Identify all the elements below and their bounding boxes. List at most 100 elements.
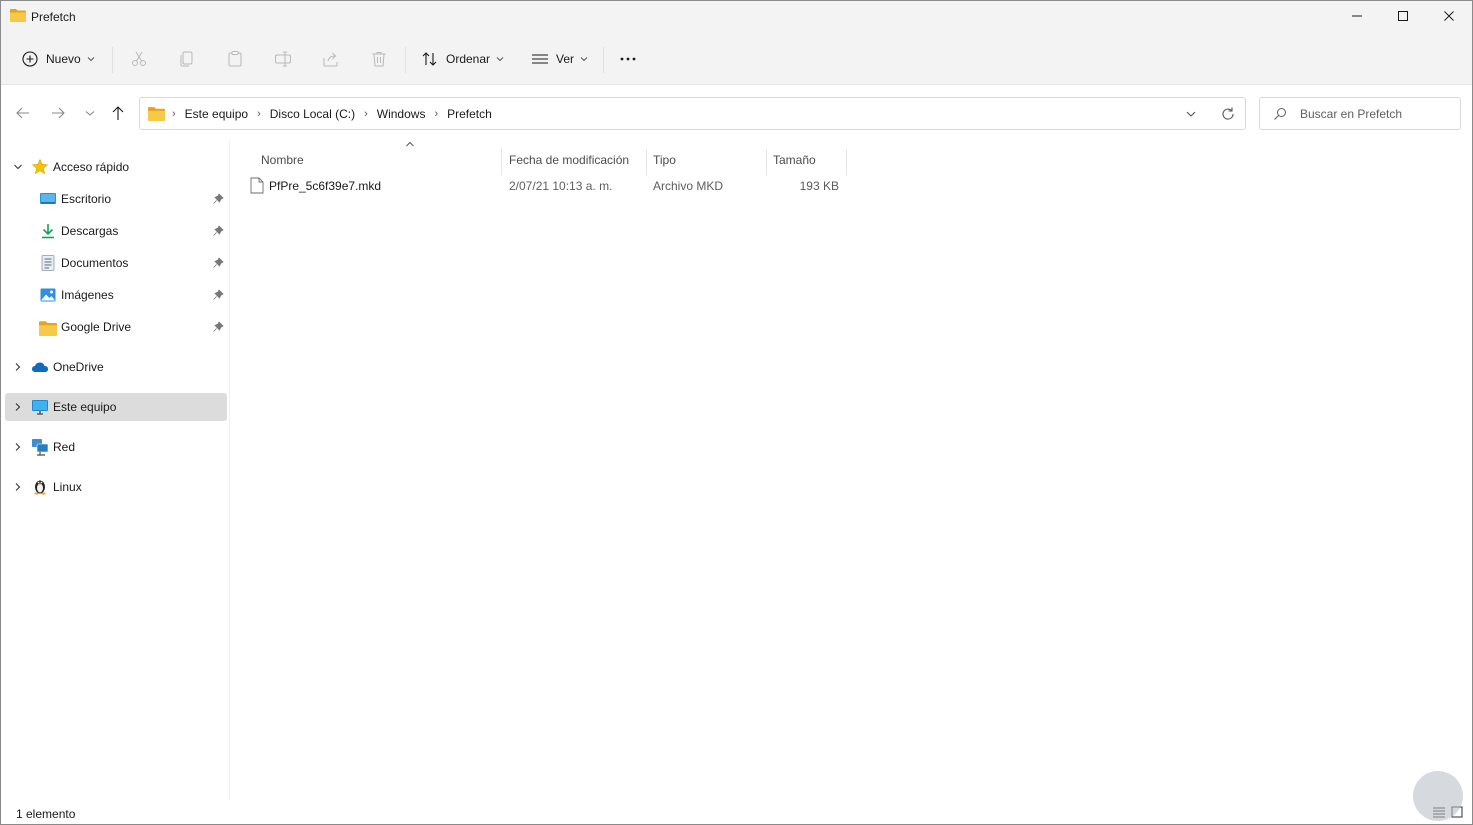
new-button[interactable]: Nuevo [21,45,95,73]
sidebar-item-documents[interactable]: Documentos [5,249,227,277]
sidebar-item-pictures[interactable]: Imágenes [5,281,227,309]
column-divider[interactable] [501,149,502,175]
chevron-down-icon [87,57,95,62]
folder-icon [10,9,26,22]
window-controls [1334,1,1472,33]
search-placeholder: Buscar en Prefetch [1300,107,1403,121]
sidebar-label: Documentos [61,256,129,270]
up-icon[interactable] [109,104,127,122]
file-size: 193 KB [799,179,839,193]
chevron-down-icon[interactable] [13,162,23,172]
column-size-label: Tamaño [773,153,816,167]
sidebar-item-linux[interactable]: Linux [5,473,227,501]
network-icon [32,439,49,456]
minimize-button[interactable] [1334,1,1380,31]
desktop-icon [40,193,56,204]
chevron-down-icon [496,57,504,62]
back-icon[interactable] [14,104,32,122]
new-label: Nuevo [46,52,81,66]
refresh-icon[interactable] [1220,106,1236,122]
file-list: Nombre Fecha de modificación Tipo Tamaño… [230,140,1472,800]
breadcrumb-this-pc[interactable]: Este equipo [185,107,248,121]
column-header-size[interactable]: Tamaño [773,147,845,173]
toolbar-separator [603,47,604,73]
computer-icon [32,400,48,415]
window-title: Prefetch [31,10,76,24]
sidebar-label: OneDrive [53,360,104,374]
pin-icon[interactable] [212,321,224,333]
forward-icon[interactable] [49,104,67,122]
column-name-label: Nombre [261,153,304,167]
sidebar-label: Este equipo [53,400,117,414]
pin-icon[interactable] [212,225,224,237]
pin-icon[interactable] [212,257,224,269]
breadcrumb-prefetch[interactable]: Prefetch [447,107,492,121]
chevron-right-icon[interactable]: › [364,108,368,120]
chevron-down-icon [580,57,588,62]
sidebar-label: Escritorio [61,192,112,206]
view-button[interactable]: Ver [531,45,588,73]
cloud-icon [32,362,48,372]
delete-icon[interactable] [370,50,388,68]
breadcrumb-local-disk[interactable]: Disco Local (C:) [270,107,355,121]
sidebar-item-desktop[interactable]: Escritorio [5,185,227,213]
title-bar: Prefetch [1,1,1472,33]
close-button[interactable] [1426,1,1472,31]
plus-circle-icon [22,51,38,67]
rename-icon[interactable] [274,50,292,68]
breadcrumb-windows[interactable]: Windows [377,107,426,121]
minimize-icon [1352,15,1362,17]
address-bar[interactable]: › Este equipo › Disco Local (C:) › Windo… [139,97,1246,130]
chevron-right-icon[interactable] [13,442,23,452]
share-icon[interactable] [322,50,340,68]
folder-icon [148,107,165,121]
paste-icon[interactable] [226,50,244,68]
folder-icon [39,321,57,336]
file-name: PfPre_5c6f39e7.mkd [269,179,382,193]
column-modified-label: Fecha de modificación [509,153,630,167]
document-icon [41,255,55,271]
status-bar: 1 elemento [1,801,1472,824]
sort-label: Ordenar [446,52,491,66]
sidebar-label: Imágenes [61,288,114,302]
sidebar-label: Google Drive [61,320,132,334]
maximize-button[interactable] [1380,1,1426,31]
watermark-logo [1413,771,1463,821]
table-row[interactable]: PfPre_5c6f39e7.mkd 2/07/21 10:13 a. m. A… [242,173,854,199]
search-input[interactable]: Buscar en Prefetch [1259,97,1461,130]
sidebar-item-onedrive[interactable]: OneDrive [5,353,227,381]
chevron-right-icon[interactable]: › [257,108,261,120]
sidebar-item-quick-access[interactable]: Acceso rápido [5,153,227,181]
sidebar-item-network[interactable]: Red [5,433,227,461]
sort-ascending-icon [406,141,414,147]
more-options-button[interactable] [619,45,637,73]
column-divider[interactable] [846,149,847,175]
pin-icon[interactable] [212,193,224,205]
sidebar-item-google-drive[interactable]: Google Drive [5,313,227,341]
column-header-type[interactable]: Tipo [653,147,765,173]
pin-icon[interactable] [212,289,224,301]
chevron-right-icon[interactable] [13,482,23,492]
sidebar-item-downloads[interactable]: Descargas [5,217,227,245]
chevron-right-icon[interactable]: › [434,108,438,120]
recent-locations-icon[interactable] [81,104,99,122]
sidebar-label: Acceso rápido [53,160,130,174]
chevron-right-icon[interactable] [13,362,23,372]
sidebar-label: Linux [53,480,82,494]
chevron-down-icon[interactable] [1184,107,1198,121]
column-divider[interactable] [766,149,767,175]
toolbar-separator [112,47,113,73]
chevron-right-icon[interactable] [13,402,23,412]
picture-icon [40,288,56,302]
column-divider[interactable] [646,149,647,175]
list-view-icon [532,54,548,64]
star-icon [31,158,49,175]
sidebar-item-this-pc[interactable]: Este equipo [5,393,227,421]
copy-icon[interactable] [178,50,196,68]
linux-penguin-icon [34,480,46,495]
column-header-modified[interactable]: Fecha de modificación [509,147,645,173]
toolbar-separator [405,47,406,73]
sort-button[interactable]: Ordenar [421,45,504,73]
column-header-name[interactable]: Nombre [261,141,501,173]
cut-icon[interactable] [130,50,148,68]
